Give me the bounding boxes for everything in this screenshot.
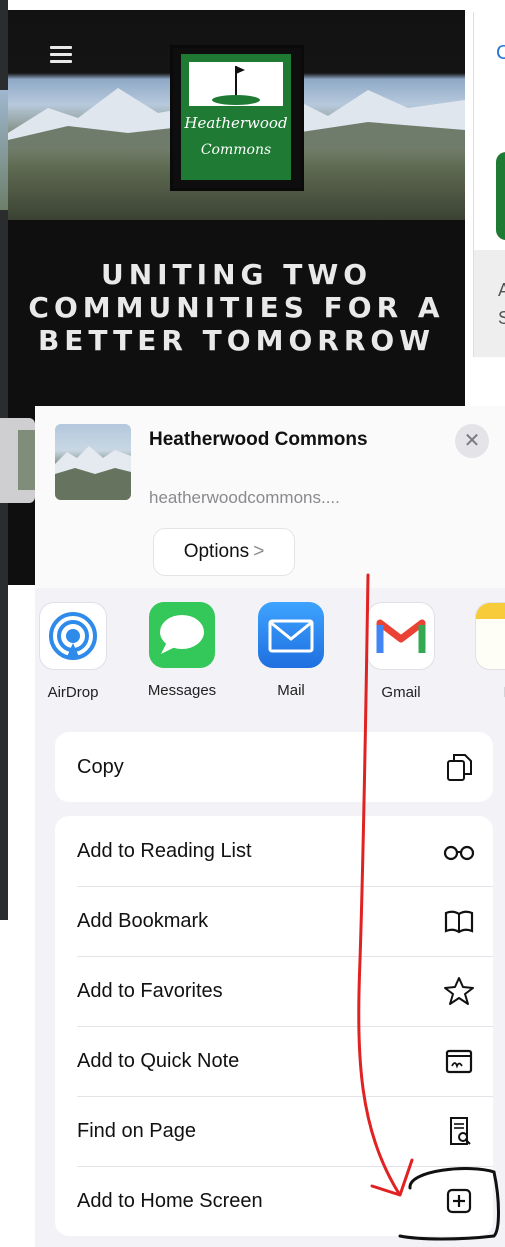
find-on-page-icon xyxy=(450,1117,471,1145)
action-label: Add to Home Screen xyxy=(77,1190,263,1212)
background-tab-preview[interactable]: C A S xyxy=(473,12,505,357)
close-icon: ✕ xyxy=(463,430,481,452)
flag-icon xyxy=(212,66,260,105)
share-app-mail[interactable]: Mail xyxy=(241,602,341,699)
action-label: Copy xyxy=(77,756,124,778)
action-add-bookmark[interactable]: Add Bookmark xyxy=(55,886,493,956)
action-add-quick-note[interactable]: Add to Quick Note xyxy=(55,1026,493,1096)
action-find-on-page[interactable]: Find on Page xyxy=(55,1096,493,1166)
options-label: Options xyxy=(183,541,250,562)
share-sheet: Heatherwood Commons heatherwoodcommons..… xyxy=(35,406,505,1247)
copy-group: Copy xyxy=(55,732,493,802)
action-label: Add Bookmark xyxy=(77,910,209,932)
options-button[interactable]: Options > xyxy=(153,528,295,576)
share-title: Heatherwood Commons xyxy=(149,429,368,450)
share-url: heatherwoodcommons.... xyxy=(149,488,340,507)
action-add-reading-list[interactable]: Add to Reading List xyxy=(55,816,493,886)
actions-group: Add to Reading List Add Bookmark Add to … xyxy=(55,816,493,1236)
logo-text-line2: Commons xyxy=(200,142,272,158)
menu-icon[interactable] xyxy=(50,46,72,64)
gmail-icon xyxy=(367,602,435,670)
site-logo: Heatherwood Commons xyxy=(170,45,304,191)
chevron-right-icon: > xyxy=(253,541,265,562)
messages-icon xyxy=(149,602,215,668)
peek-text: A xyxy=(498,280,505,300)
share-app-label: N xyxy=(459,684,505,701)
notes-icon xyxy=(475,602,505,670)
background-card xyxy=(0,418,35,503)
peek-logo-icon xyxy=(496,152,505,240)
share-apps-row: AirDrop Messages Mail Gmail xyxy=(35,596,505,714)
share-app-gmail[interactable]: Gmail xyxy=(351,602,451,701)
peek-text: S xyxy=(498,308,505,328)
action-label: Find on Page xyxy=(77,1120,196,1142)
close-button[interactable]: ✕ xyxy=(455,424,489,458)
airdrop-icon xyxy=(39,602,107,670)
action-label: Add to Favorites xyxy=(77,980,223,1002)
share-app-label: Gmail xyxy=(381,684,421,701)
glasses-icon xyxy=(443,845,475,861)
share-app-messages[interactable]: Messages xyxy=(132,602,232,699)
star-icon xyxy=(444,977,474,1005)
action-label: Add to Quick Note xyxy=(77,1050,240,1072)
peek-letter: C xyxy=(496,42,505,64)
action-label: Add to Reading List xyxy=(77,840,252,862)
add-square-icon xyxy=(446,1188,472,1214)
share-app-label: Mail xyxy=(277,682,305,699)
site-headline: UNITING TWO COMMUNITIES FOR A BETTER TOM… xyxy=(28,258,445,357)
page-thumbnail xyxy=(55,424,131,500)
share-app-label: Messages xyxy=(147,682,217,699)
share-app-airdrop[interactable]: AirDrop xyxy=(35,602,123,701)
logo-text-line1: Heatherwood xyxy=(184,114,288,132)
action-copy[interactable]: Copy xyxy=(55,732,493,802)
action-add-to-home-screen[interactable]: Add to Home Screen xyxy=(55,1166,493,1236)
share-app-notes[interactable]: N xyxy=(459,602,505,701)
copy-icon xyxy=(447,754,472,781)
mail-icon xyxy=(258,602,324,668)
share-sheet-header: Heatherwood Commons heatherwoodcommons..… xyxy=(35,406,505,588)
share-app-label: AirDrop xyxy=(47,684,99,701)
quick-note-icon xyxy=(445,1049,473,1074)
book-icon xyxy=(444,910,474,934)
action-add-favorites[interactable]: Add to Favorites xyxy=(55,956,493,1026)
